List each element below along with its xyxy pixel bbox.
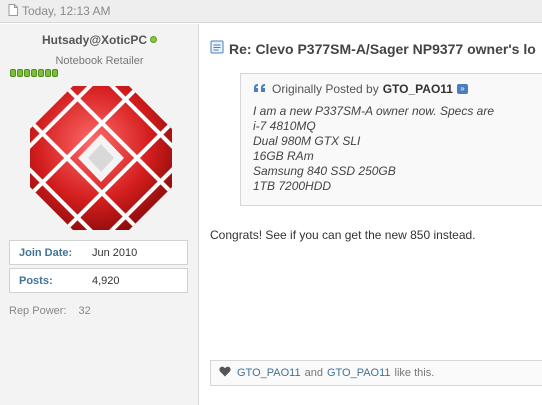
post-title: Re: Clevo P377SM-A/Sager NP9377 owner's …	[210, 40, 536, 57]
post-title-icon	[210, 40, 224, 57]
quote-header: Originally Posted by GTO_PAO11 »	[253, 82, 468, 96]
quote-author-link[interactable]: GTO_PAO11	[383, 82, 453, 96]
rep-power-row: Rep Power: 32	[9, 305, 91, 317]
username-text[interactable]: Hutsady@XoticPC	[42, 33, 147, 47]
quote-line: I am a new P337SM-A owner now. Specs are	[253, 104, 495, 118]
rep-power-value: 32	[78, 305, 91, 317]
avatar[interactable]	[28, 84, 174, 232]
post-header: Today, 12:13 AM	[0, 0, 542, 23]
quote-line: Dual 980M GTX SLI	[253, 134, 361, 148]
like-user-link[interactable]: GTO_PAO11	[327, 367, 391, 379]
post-message: Congrats! See if you can get the new 850…	[210, 228, 476, 242]
join-date-row: Join Date: Jun 2010	[9, 240, 188, 265]
quote-line: 16GB RAm	[253, 149, 314, 163]
username-link[interactable]: Hutsady@XoticPC	[0, 33, 199, 47]
quote-prefix: Originally Posted by	[272, 82, 379, 96]
posts-row: Posts: 4,920	[9, 268, 188, 293]
join-date-value: Jun 2010	[92, 246, 138, 259]
posts-label: Posts:	[19, 274, 53, 287]
post-date: Today, 12:13 AM	[22, 4, 111, 18]
rep-power-label: Rep Power:	[9, 305, 67, 317]
likes-joiner: and	[304, 367, 323, 379]
quote-line: Samsung 840 SSD 250GB	[253, 164, 396, 178]
heart-icon	[219, 366, 231, 380]
document-icon	[8, 3, 18, 19]
post-title-text: Re: Clevo P377SM-A/Sager NP9377 owner's …	[229, 40, 536, 57]
likes-bar: GTO_PAO11 and GTO_PAO11 like this.	[210, 360, 542, 386]
view-post-icon[interactable]: »	[456, 84, 468, 94]
quote-line: i-7 4810MQ	[253, 119, 316, 133]
user-title: Notebook Retailer	[55, 55, 144, 67]
posts-value: 4,920	[92, 274, 120, 287]
quote-icon	[253, 82, 267, 96]
user-info-panel: Hutsady@XoticPC Notebook Retailer Join D…	[0, 24, 199, 405]
quote-line: 1TB 7200HDD	[253, 179, 332, 193]
like-user-link[interactable]: GTO_PAO11	[237, 367, 301, 379]
online-status-icon	[150, 36, 158, 43]
join-date-label: Join Date:	[19, 246, 73, 259]
reputation-bar	[10, 69, 58, 77]
quote-text: I am a new P337SM-A owner now. Specs are…	[253, 104, 494, 194]
post-content: Re: Clevo P377SM-A/Sager NP9377 owner's …	[200, 24, 542, 405]
likes-suffix: like this.	[394, 367, 435, 379]
quote-block: Originally Posted by GTO_PAO11 » I am a …	[240, 73, 542, 206]
